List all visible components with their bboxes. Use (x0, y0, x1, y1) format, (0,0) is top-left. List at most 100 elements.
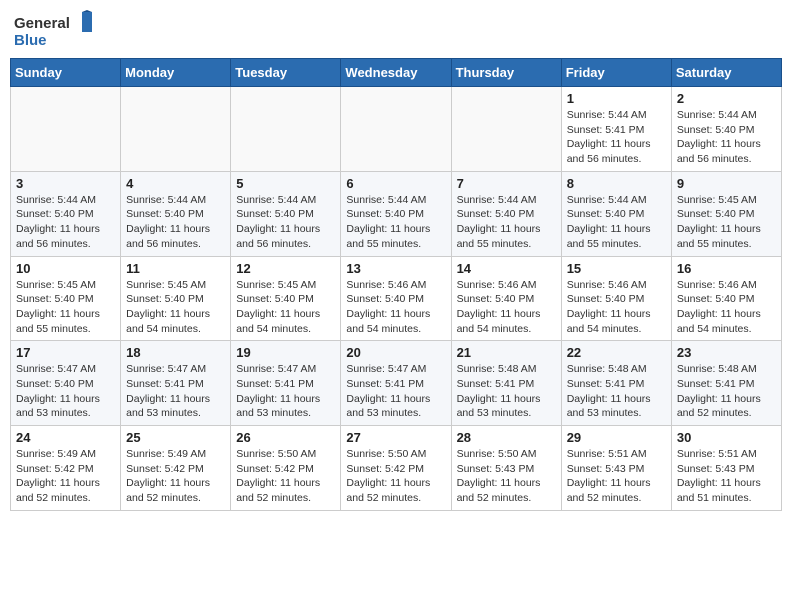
day-info: Sunset: 5:40 PM (677, 207, 776, 222)
day-info: Sunset: 5:41 PM (126, 377, 225, 392)
day-info: Daylight: 11 hours and 53 minutes. (126, 392, 225, 421)
day-info: Daylight: 11 hours and 56 minutes. (677, 137, 776, 166)
logo: GeneralBlue (14, 10, 104, 50)
day-number: 12 (236, 261, 335, 276)
weekday-header-sunday: Sunday (11, 59, 121, 87)
day-number: 26 (236, 430, 335, 445)
day-number: 1 (567, 91, 666, 106)
calendar-cell: 4Sunrise: 5:44 AMSunset: 5:40 PMDaylight… (121, 171, 231, 256)
day-info: Sunrise: 5:47 AM (16, 362, 115, 377)
day-info: Sunrise: 5:44 AM (346, 193, 445, 208)
calendar-cell: 20Sunrise: 5:47 AMSunset: 5:41 PMDayligh… (341, 341, 451, 426)
day-info: Sunset: 5:41 PM (236, 377, 335, 392)
day-info: Sunrise: 5:46 AM (346, 278, 445, 293)
day-info: Sunrise: 5:51 AM (677, 447, 776, 462)
day-info: Sunset: 5:40 PM (677, 292, 776, 307)
weekday-header-saturday: Saturday (671, 59, 781, 87)
day-number: 15 (567, 261, 666, 276)
calendar-cell: 22Sunrise: 5:48 AMSunset: 5:41 PMDayligh… (561, 341, 671, 426)
day-number: 21 (457, 345, 556, 360)
day-info: Daylight: 11 hours and 55 minutes. (457, 222, 556, 251)
day-info: Sunrise: 5:46 AM (457, 278, 556, 293)
day-number: 16 (677, 261, 776, 276)
calendar-cell: 2Sunrise: 5:44 AMSunset: 5:40 PMDaylight… (671, 87, 781, 172)
day-number: 11 (126, 261, 225, 276)
day-info: Daylight: 11 hours and 53 minutes. (457, 392, 556, 421)
day-number: 2 (677, 91, 776, 106)
day-info: Sunset: 5:40 PM (16, 292, 115, 307)
calendar-cell (451, 87, 561, 172)
day-number: 30 (677, 430, 776, 445)
weekday-header-monday: Monday (121, 59, 231, 87)
day-number: 25 (126, 430, 225, 445)
day-info: Daylight: 11 hours and 54 minutes. (236, 307, 335, 336)
day-info: Daylight: 11 hours and 56 minutes. (126, 222, 225, 251)
calendar-cell: 23Sunrise: 5:48 AMSunset: 5:41 PMDayligh… (671, 341, 781, 426)
svg-text:General: General (14, 15, 70, 32)
day-number: 24 (16, 430, 115, 445)
day-info: Daylight: 11 hours and 55 minutes. (567, 222, 666, 251)
day-info: Sunset: 5:43 PM (567, 462, 666, 477)
calendar-cell (341, 87, 451, 172)
day-info: Sunrise: 5:46 AM (677, 278, 776, 293)
calendar-cell: 13Sunrise: 5:46 AMSunset: 5:40 PMDayligh… (341, 256, 451, 341)
day-info: Sunset: 5:40 PM (677, 123, 776, 138)
calendar-cell: 9Sunrise: 5:45 AMSunset: 5:40 PMDaylight… (671, 171, 781, 256)
calendar-cell: 24Sunrise: 5:49 AMSunset: 5:42 PMDayligh… (11, 426, 121, 511)
day-number: 4 (126, 176, 225, 191)
day-info: Sunset: 5:42 PM (236, 462, 335, 477)
day-number: 23 (677, 345, 776, 360)
day-number: 3 (16, 176, 115, 191)
day-info: Sunset: 5:40 PM (457, 292, 556, 307)
day-info: Sunrise: 5:49 AM (16, 447, 115, 462)
day-info: Sunrise: 5:44 AM (567, 108, 666, 123)
day-info: Daylight: 11 hours and 52 minutes. (677, 392, 776, 421)
calendar-cell: 3Sunrise: 5:44 AMSunset: 5:40 PMDaylight… (11, 171, 121, 256)
calendar-cell: 6Sunrise: 5:44 AMSunset: 5:40 PMDaylight… (341, 171, 451, 256)
day-info: Sunrise: 5:47 AM (346, 362, 445, 377)
day-info: Sunset: 5:40 PM (16, 377, 115, 392)
day-info: Sunrise: 5:48 AM (457, 362, 556, 377)
logo-svg: GeneralBlue (14, 10, 104, 50)
day-info: Sunrise: 5:48 AM (677, 362, 776, 377)
day-number: 10 (16, 261, 115, 276)
week-row-3: 10Sunrise: 5:45 AMSunset: 5:40 PMDayligh… (11, 256, 782, 341)
day-info: Sunset: 5:40 PM (236, 207, 335, 222)
day-info: Daylight: 11 hours and 54 minutes. (457, 307, 556, 336)
calendar-cell: 10Sunrise: 5:45 AMSunset: 5:40 PMDayligh… (11, 256, 121, 341)
calendar-cell: 28Sunrise: 5:50 AMSunset: 5:43 PMDayligh… (451, 426, 561, 511)
day-info: Daylight: 11 hours and 54 minutes. (677, 307, 776, 336)
day-info: Sunset: 5:40 PM (16, 207, 115, 222)
day-info: Sunset: 5:42 PM (126, 462, 225, 477)
day-info: Sunset: 5:41 PM (567, 123, 666, 138)
calendar-cell (231, 87, 341, 172)
day-info: Daylight: 11 hours and 51 minutes. (677, 476, 776, 505)
calendar-cell: 25Sunrise: 5:49 AMSunset: 5:42 PMDayligh… (121, 426, 231, 511)
calendar-cell (11, 87, 121, 172)
calendar-cell: 1 Sunrise: 5:44 AMSunset: 5:41 PMDaylight… (561, 87, 671, 172)
calendar-cell: 21Sunrise: 5:48 AMSunset: 5:41 PMDayligh… (451, 341, 561, 426)
calendar-cell (121, 87, 231, 172)
day-info: Daylight: 11 hours and 52 minutes. (346, 476, 445, 505)
weekday-header-row: SundayMondayTuesdayWednesdayThursdayFrid… (11, 59, 782, 87)
calendar-cell: 12 Sunrise: 5:45 AMSunset: 5:40 PMDayligh… (231, 256, 341, 341)
day-info: Sunrise: 5:45 AM (677, 193, 776, 208)
day-number: 20 (346, 345, 445, 360)
day-info: Sunrise: 5:44 AM (236, 193, 335, 208)
day-info: Sunrise: 5:47 AM (126, 362, 225, 377)
day-info: Sunrise: 5:48 AM (567, 362, 666, 377)
day-info: Sunrise: 5:47 AM (236, 362, 335, 377)
day-info: Sunset: 5:43 PM (677, 462, 776, 477)
day-info: Daylight: 11 hours and 56 minutes. (567, 137, 666, 166)
day-info: Sunrise: 5:44 AM (567, 193, 666, 208)
day-info: Sunset: 5:40 PM (236, 292, 335, 307)
week-row-4: 17Sunrise: 5:47 AMSunset: 5:40 PMDayligh… (11, 341, 782, 426)
day-info: Sunset: 5:42 PM (16, 462, 115, 477)
calendar-cell: 29Sunrise: 5:51 AMSunset: 5:43 PMDayligh… (561, 426, 671, 511)
weekday-header-friday: Friday (561, 59, 671, 87)
week-row-5: 24Sunrise: 5:49 AMSunset: 5:42 PMDayligh… (11, 426, 782, 511)
day-number: 8 (567, 176, 666, 191)
weekday-header-tuesday: Tuesday (231, 59, 341, 87)
calendar-cell: 15Sunrise: 5:46 AMSunset: 5:40 PMDayligh… (561, 256, 671, 341)
day-info: Sunrise: 5:45 AM (236, 278, 335, 293)
